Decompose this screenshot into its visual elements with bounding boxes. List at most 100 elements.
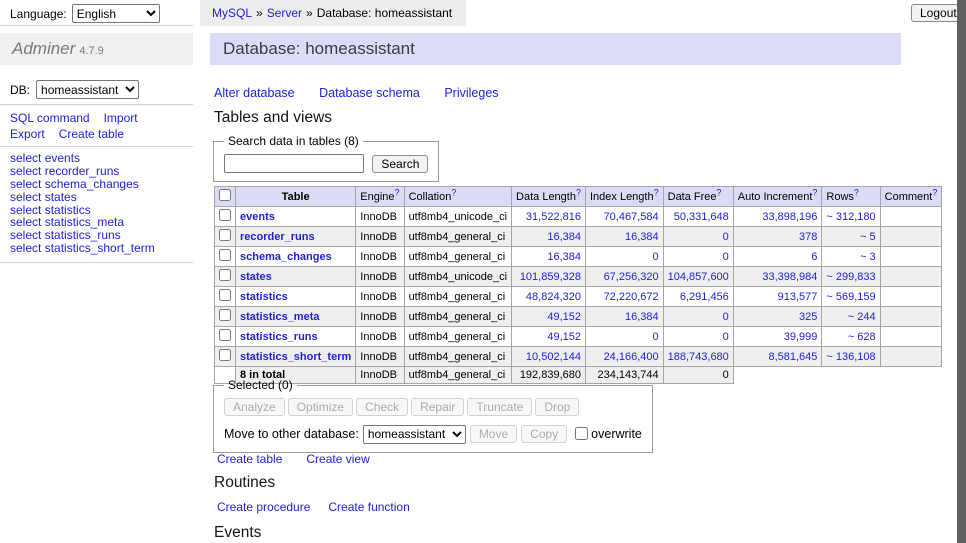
index-length-link[interactable]: 24,166,400 [604, 351, 659, 363]
data-length-link[interactable]: 101,859,328 [520, 271, 581, 283]
auto-increment-link[interactable]: 6 [811, 251, 817, 263]
row-checkbox[interactable] [219, 329, 231, 341]
create-function-link[interactable]: Create function [328, 500, 409, 514]
select-link[interactable]: select [10, 177, 41, 191]
table-name-link[interactable]: statistics_meta [240, 311, 320, 323]
help-link[interactable]: ? [451, 187, 456, 197]
table-name-link[interactable]: schema_changes [240, 251, 332, 263]
db-select[interactable]: homeassistant [36, 80, 139, 99]
index-length-link[interactable]: 16,384 [625, 311, 659, 323]
index-length-link[interactable]: 72,220,672 [604, 291, 659, 303]
row-checkbox[interactable] [219, 349, 231, 361]
index-length-link[interactable]: 0 [653, 331, 659, 343]
sidebar-export-link[interactable]: Export [10, 127, 45, 141]
search-button[interactable]: Search [372, 155, 428, 173]
data-length-link[interactable]: 49,152 [547, 311, 581, 323]
data-free-link[interactable]: 0 [723, 311, 729, 323]
data-free-link[interactable]: 0 [723, 231, 729, 243]
data-free-link[interactable]: 188,743,680 [668, 351, 729, 363]
row-checkbox[interactable] [219, 309, 231, 321]
data-length-link[interactable]: 48,824,320 [526, 291, 581, 303]
select-link[interactable]: select [10, 203, 41, 217]
table-link[interactable]: events [45, 151, 80, 165]
sidebar-sql-command-link[interactable]: SQL command [10, 111, 90, 125]
index-length-link[interactable]: 70,467,584 [604, 211, 659, 223]
rows-count-link[interactable]: ~ 299,833 [826, 271, 875, 283]
data-free-link[interactable]: 6,291,456 [680, 291, 729, 303]
data-length-link[interactable]: 31,522,816 [526, 211, 581, 223]
data-free-link[interactable]: 104,857,600 [668, 271, 729, 283]
table-link[interactable]: statistics [45, 203, 91, 217]
table-name-link[interactable]: statistics_short_term [240, 351, 351, 363]
auto-increment-link[interactable]: 378 [799, 231, 817, 243]
rows-count-link[interactable]: ~ 628 [848, 331, 876, 343]
auto-increment-link[interactable]: 913,577 [778, 291, 818, 303]
rows-count-link[interactable]: ~ 3 [860, 251, 876, 263]
row-checkbox[interactable] [219, 209, 231, 221]
row-checkbox[interactable] [219, 249, 231, 261]
table-name-link[interactable]: events [240, 211, 275, 223]
auto-increment-link[interactable]: 33,398,984 [762, 271, 817, 283]
table-name-link[interactable]: statistics [240, 291, 288, 303]
breadcrumb-mysql-link[interactable]: MySQL [212, 6, 252, 20]
alter-database-link[interactable]: Alter database [214, 86, 295, 100]
rows-count-link[interactable]: ~ 5 [860, 231, 876, 243]
select-link[interactable]: select [10, 215, 41, 229]
create-procedure-link[interactable]: Create procedure [217, 500, 310, 514]
language-select[interactable]: English [72, 4, 160, 23]
help-link[interactable]: ? [576, 187, 581, 197]
data-length-link[interactable]: 16,384 [547, 251, 581, 263]
create-view-link[interactable]: Create view [306, 452, 369, 466]
sidebar-create-table-link[interactable]: Create table [59, 127, 124, 141]
database-schema-link[interactable]: Database schema [319, 86, 420, 100]
table-link[interactable]: statistics_short_term [45, 241, 155, 255]
search-input[interactable] [224, 154, 364, 173]
auto-increment-link[interactable]: 325 [799, 311, 817, 323]
privileges-link[interactable]: Privileges [444, 86, 498, 100]
help-link[interactable]: ? [854, 187, 859, 197]
row-checkbox[interactable] [219, 269, 231, 281]
select-link[interactable]: select [10, 241, 41, 255]
data-free-link[interactable]: 0 [723, 331, 729, 343]
rows-count-link[interactable]: ~ 569,159 [826, 291, 875, 303]
rows-count-link[interactable]: ~ 312,180 [826, 211, 875, 223]
data-free-link[interactable]: 0 [723, 251, 729, 263]
help-link[interactable]: ? [717, 187, 722, 197]
table-name-link[interactable]: statistics_runs [240, 331, 318, 343]
vertical-scrollbar[interactable] [957, 0, 966, 543]
table-name-link[interactable]: recorder_runs [240, 231, 315, 243]
select-link[interactable]: select [10, 151, 41, 165]
data-free-link[interactable]: 50,331,648 [674, 211, 729, 223]
rows-count-link[interactable]: ~ 244 [848, 311, 876, 323]
table-name-link[interactable]: states [240, 271, 272, 283]
select-link[interactable]: select [10, 228, 41, 242]
data-length-link[interactable]: 10,502,144 [526, 351, 581, 363]
help-link[interactable]: ? [654, 187, 659, 197]
breadcrumb-server-link[interactable]: Server [267, 6, 302, 20]
auto-increment-link[interactable]: 39,999 [784, 331, 818, 343]
data-length-link[interactable]: 49,152 [547, 331, 581, 343]
index-length-link[interactable]: 16,384 [625, 231, 659, 243]
auto-increment-link[interactable]: 33,898,196 [762, 211, 817, 223]
index-length-link[interactable]: 0 [653, 251, 659, 263]
help-link[interactable]: ? [395, 187, 400, 197]
table-link[interactable]: statistics_runs [45, 228, 121, 242]
create-table-link[interactable]: Create table [217, 452, 282, 466]
select-all-checkbox[interactable] [219, 189, 231, 201]
row-checkbox[interactable] [219, 289, 231, 301]
table-link[interactable]: recorder_runs [45, 164, 120, 178]
auto-increment-link[interactable]: 8,581,645 [768, 351, 817, 363]
data-length-link[interactable]: 16,384 [547, 231, 581, 243]
index-length-link[interactable]: 67,256,320 [604, 271, 659, 283]
move-database-select[interactable]: homeassistant [363, 425, 466, 444]
table-link[interactable]: statistics_meta [45, 215, 124, 229]
table-link[interactable]: states [45, 190, 77, 204]
select-link[interactable]: select [10, 190, 41, 204]
rows-count-link[interactable]: ~ 136,108 [826, 351, 875, 363]
help-link[interactable]: ? [812, 187, 817, 197]
row-checkbox[interactable] [219, 229, 231, 241]
help-link[interactable]: ? [932, 187, 937, 197]
overwrite-checkbox[interactable] [575, 427, 588, 440]
overwrite-label[interactable]: overwrite [591, 427, 642, 441]
sidebar-import-link[interactable]: Import [104, 111, 138, 125]
